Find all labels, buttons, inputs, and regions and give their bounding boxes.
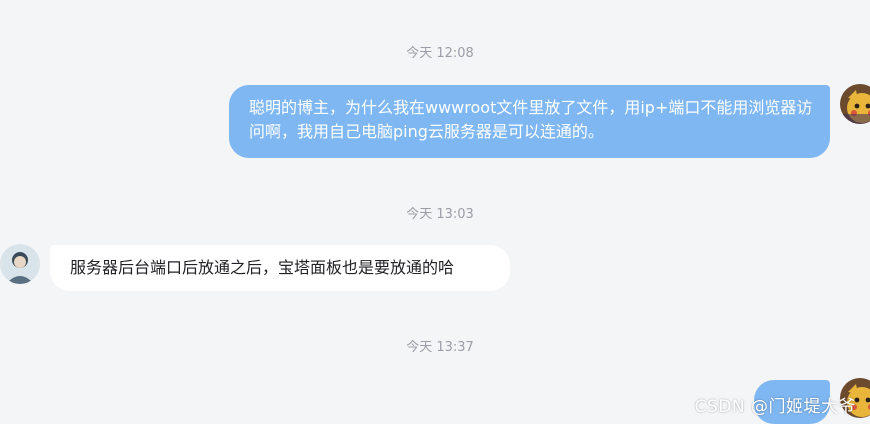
message-text: 服务器后台端口后放通之后，宝塔面板也是要放通的哈: [70, 258, 455, 277]
avatar[interactable]: [840, 84, 870, 124]
timestamp: 今天 13:03: [406, 207, 474, 222]
user-photo-avatar-icon: [0, 244, 40, 284]
message-bubble-outgoing[interactable]: 聪明的博主，为什么我在wwwroot文件里放了文件，用ip+端口不能用浏览器访问…: [229, 85, 830, 158]
message-text: 聪明的博主，为什么我在wwwroot文件里放了文件，用ip+端口不能用浏览器访问…: [249, 98, 813, 141]
message-bubble-incoming[interactable]: 服务器后台端口后放通之后，宝塔面板也是要放通的哈: [50, 245, 510, 291]
pikachu-avatar-icon: [840, 84, 870, 124]
avatar[interactable]: [0, 244, 40, 284]
timestamp: 今天 13:37: [406, 340, 474, 355]
timestamp: 今天 12:08: [406, 46, 474, 61]
csdn-watermark: CSDN @门姬堤大爷: [694, 397, 856, 417]
